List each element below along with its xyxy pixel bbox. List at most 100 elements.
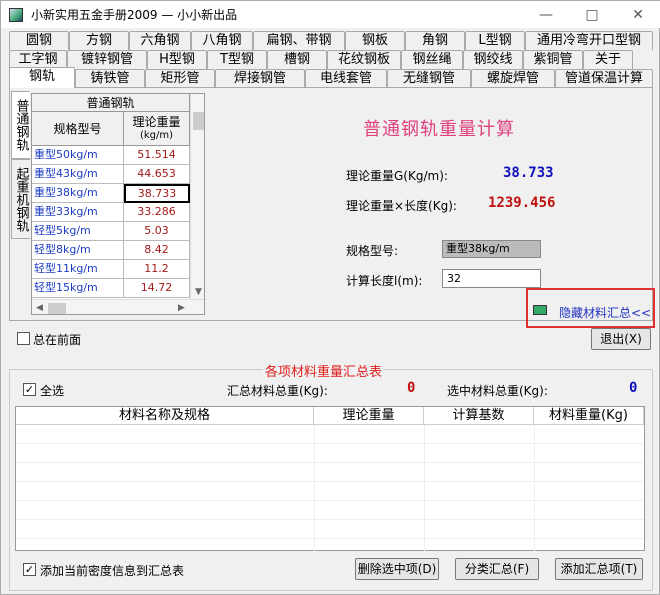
grid-header-weight: 理论重量 (kg/m) — [124, 112, 190, 146]
selected-total-label: 选中材料总重(Kg): — [447, 384, 548, 398]
list-item[interactable] — [16, 520, 644, 539]
grid-cell-weight: 14.72 — [124, 279, 190, 298]
total-weight-value: 1239.456 — [488, 195, 556, 211]
grid-cell-weight: 44.653 — [124, 165, 190, 184]
list-header-weight[interactable]: 理论重量 — [314, 407, 424, 425]
minimize-icon[interactable]: — — [523, 1, 569, 28]
maximize-icon[interactable]: □ — [569, 1, 615, 28]
scroll-left-icon[interactable]: ◀ — [36, 303, 43, 313]
grid-cell-spec: 轻型15kg/m — [32, 279, 124, 298]
grid-caption: 普通钢轨 — [32, 94, 190, 112]
tab-conduit[interactable]: 电线套管 — [305, 69, 387, 88]
grid-header-spec: 规格型号 — [32, 112, 124, 146]
tab-cast-iron-pipe[interactable]: 铸铁管 — [75, 69, 145, 88]
tab-angle-steel[interactable]: 角钢 — [405, 31, 465, 50]
tab-checker-plate[interactable]: 花纹钢板 — [327, 50, 401, 69]
close-icon[interactable]: ✕ — [615, 1, 660, 28]
tab-seamless-pipe[interactable]: 无缝钢管 — [387, 69, 471, 88]
tab-steel-plate[interactable]: 钢板 — [345, 31, 405, 50]
table-row[interactable]: 重型50kg/m 51.514 — [32, 146, 190, 165]
summary-list[interactable]: 材料名称及规格 理论重量 计算基数 材料重量(Kg) — [15, 406, 645, 551]
always-on-top-checkbox[interactable] — [17, 332, 30, 345]
tab-rail[interactable]: 钢轨 — [9, 67, 75, 88]
tab-h-steel[interactable]: H型钢 — [147, 50, 207, 69]
tab-spiral-pipe[interactable]: 螺旋焊管 — [471, 69, 555, 88]
classify-summary-button[interactable]: 分类汇总(F) — [455, 558, 539, 580]
grid-cell-spec: 重型50kg/m — [32, 146, 124, 165]
list-divider — [534, 425, 535, 551]
tab-strand[interactable]: 钢绞线 — [463, 50, 523, 69]
list-item[interactable] — [16, 444, 644, 463]
tab-galvanized-pipe[interactable]: 镀锌钢管 — [67, 50, 147, 69]
table-row[interactable]: 轻型15kg/m 14.72 — [32, 279, 190, 298]
tab-flat-steel[interactable]: 扁钢、带钢 — [253, 31, 345, 50]
list-header-base[interactable]: 计算基数 — [424, 407, 534, 425]
hide-summary-link[interactable]: 隐藏材料汇总<< — [559, 304, 651, 321]
table-row[interactable]: 轻型8kg/m 8.42 — [32, 241, 190, 260]
always-on-top-label: 总在前面 — [33, 333, 82, 347]
grid-cell-spec: 轻型5kg/m — [32, 222, 124, 241]
side-tab-normal-rail[interactable]: 普通钢轨 — [11, 91, 30, 159]
weight-label: 理论重量G(Kg/m): — [346, 169, 448, 183]
table-row-selected[interactable]: 重型38kg/m 38.733 — [32, 184, 190, 203]
spec-label: 规格型号: — [346, 244, 399, 258]
summary-title: 各项材料重量汇总表 — [263, 361, 385, 380]
grid-header-weight-line1: 理论重量 — [132, 114, 181, 129]
grid-cell-weight: 51.514 — [124, 146, 190, 165]
grid-cell-spec: 重型38kg/m — [32, 184, 124, 203]
grid-cell-weight: 11.2 — [124, 260, 190, 279]
list-item[interactable] — [16, 425, 644, 444]
length-label: 计算长度l(m): — [346, 274, 423, 288]
tab-square-steel[interactable]: 方钢 — [69, 31, 129, 50]
tab-copper-pipe[interactable]: 紫铜管 — [523, 50, 583, 69]
table-row[interactable]: 轻型11kg/m 11.2 — [32, 260, 190, 279]
length-input[interactable]: 32 — [442, 269, 541, 288]
delete-selected-button[interactable]: 删除选中项(D) — [355, 558, 439, 580]
grid-horizontal-scrollbar[interactable]: ◀ ▶ — [32, 299, 204, 314]
tab-channel[interactable]: 槽钢 — [267, 50, 327, 69]
scroll-down-icon[interactable]: ▼ — [195, 287, 202, 297]
list-item[interactable] — [16, 463, 644, 482]
tab-about[interactable]: 关于 — [583, 50, 633, 69]
selected-total-value: 0 — [629, 380, 638, 396]
tab-rect-pipe[interactable]: 矩形管 — [145, 69, 215, 88]
grid-header-weight-unit: (kg/m) — [139, 129, 174, 141]
table-row[interactable]: 重型33kg/m 33.286 — [32, 203, 190, 222]
tab-wire-rope[interactable]: 钢丝绳 — [401, 50, 463, 69]
total-weight-label: 理论重量×长度(Kg): — [346, 199, 457, 213]
tab-welded-pipe[interactable]: 焊接钢管 — [215, 69, 305, 88]
grid-vertical-scrollbar[interactable]: ▼ — [190, 94, 204, 299]
tab-hex-steel[interactable]: 六角钢 — [129, 31, 191, 50]
tab-insulation[interactable]: 管道保温计算 — [555, 69, 653, 88]
list-header-material-weight[interactable]: 材料重量(Kg) — [534, 407, 644, 425]
spec-field: 重型38kg/m — [442, 240, 541, 258]
tab-t-steel[interactable]: T型钢 — [207, 50, 267, 69]
list-item[interactable] — [16, 501, 644, 520]
tab-oct-steel[interactable]: 八角钢 — [191, 31, 253, 50]
tab-cold-formed[interactable]: 通用冷弯开口型钢 — [525, 31, 653, 50]
table-row[interactable]: 轻型5kg/m 5.03 — [32, 222, 190, 241]
list-item[interactable] — [16, 482, 644, 501]
select-all-checkbox[interactable]: ✓ — [23, 383, 36, 396]
table-row[interactable]: 重型43kg/m 44.653 — [32, 165, 190, 184]
grid-cell-weight: 5.03 — [124, 222, 190, 241]
summary-total-label: 汇总材料总重(Kg): — [227, 384, 328, 398]
exit-button[interactable]: 退出(X) — [591, 328, 651, 350]
tab-round-steel[interactable]: 圆钢 — [9, 31, 69, 50]
scroll-right-icon[interactable]: ▶ — [178, 303, 185, 313]
add-density-label: 添加当前密度信息到汇总表 — [40, 564, 185, 578]
grid-cell-weight: 33.286 — [124, 203, 190, 222]
scroll-thumb[interactable] — [193, 112, 204, 130]
window-title: 小新实用五金手册2009 — 小小新出品 — [31, 8, 238, 22]
list-header-name[interactable]: 材料名称及规格 — [16, 407, 314, 425]
tab-row-3: 钢轨 铸铁管 矩形管 焊接钢管 电线套管 无缝钢管 螺旋焊管 管道保温计算 — [9, 67, 653, 88]
add-density-checkbox[interactable]: ✓ — [23, 563, 36, 576]
list-divider — [424, 425, 425, 551]
rail-grid[interactable]: 普通钢轨 规格型号 理论重量 (kg/m) 重型50kg/m 51.514 重型4… — [31, 93, 205, 315]
select-all-label: 全选 — [40, 384, 65, 398]
title-bar[interactable]: 小新实用五金手册2009 — 小小新出品 — □ ✕ — [1, 1, 660, 28]
add-summary-button[interactable]: 添加汇总项(T) — [555, 558, 643, 580]
side-tab-crane-rail[interactable]: 起重机钢轨 — [11, 159, 30, 239]
tab-l-steel[interactable]: L型钢 — [465, 31, 525, 50]
scroll-thumb[interactable] — [48, 303, 66, 314]
